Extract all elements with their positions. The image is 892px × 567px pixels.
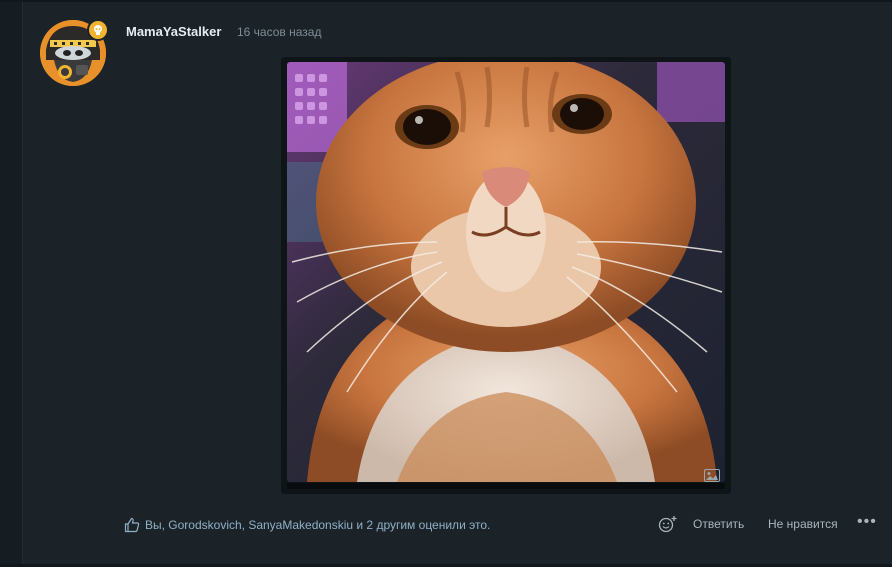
cat-photo[interactable] [287, 62, 725, 482]
post-footer: Вы, Gorodskovich, SanyaMakedonskiu и 2 д… [0, 513, 892, 535]
top-divider [0, 0, 892, 2]
skull-badge-icon [87, 19, 109, 41]
reply-button[interactable]: Ответить [693, 517, 744, 531]
add-reaction-icon[interactable] [658, 515, 678, 533]
likes-summary[interactable]: Вы, Gorodskovich, SanyaMakedonskiu и 2 д… [145, 518, 490, 532]
author-name[interactable]: MamaYaStalker [126, 24, 221, 39]
image-icon [704, 469, 720, 482]
thumbs-up-icon[interactable] [124, 517, 140, 533]
more-dots-icon[interactable]: ••• [857, 513, 877, 531]
dislike-button[interactable]: Не нравится [768, 517, 838, 531]
image-attachment[interactable] [281, 57, 731, 494]
post-timestamp[interactable]: 16 часов назад [237, 25, 321, 39]
photo-bottom-bar [287, 483, 725, 489]
